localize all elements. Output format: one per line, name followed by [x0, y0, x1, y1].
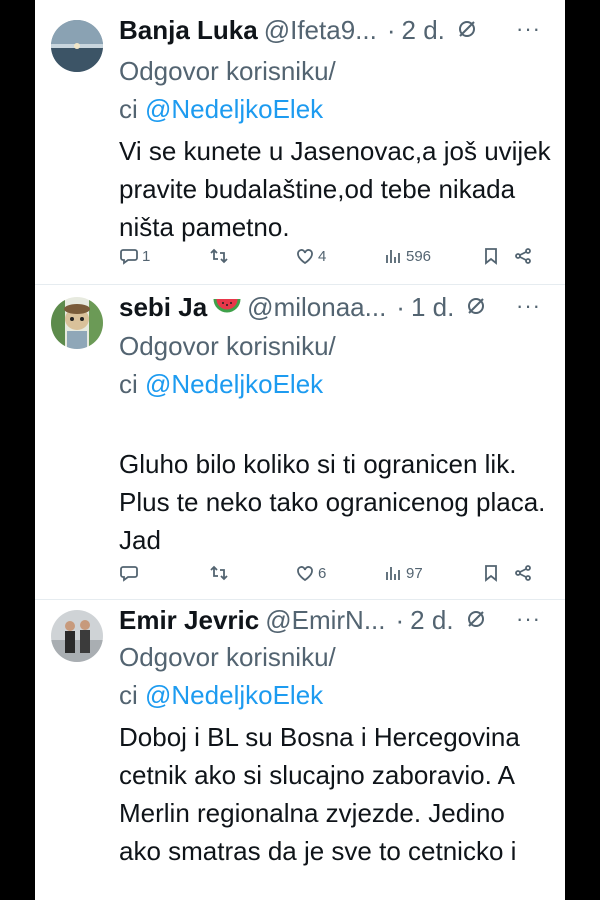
speech-bubble-icon: [120, 566, 138, 582]
views-count: 596: [406, 247, 432, 265]
display-name[interactable]: sebi Ja: [119, 292, 207, 323]
mention-link[interactable]: @NedeljkoElek: [145, 369, 323, 399]
tweet-actions: 6 97: [119, 561, 551, 585]
reply-thread: Banja Luka @Ifeta9... · 2 d. ··· Odgovor…: [35, 0, 565, 900]
more-dots-icon[interactable]: ···: [516, 606, 541, 632]
reply-button[interactable]: 1: [119, 246, 209, 266]
reply-suffix: ci: [119, 680, 138, 710]
heart-icon: [297, 566, 313, 582]
share-icon: [515, 248, 531, 264]
tweet-header: sebi Ja @milonaa... · 1 d.: [119, 289, 551, 325]
like-button[interactable]: 4: [295, 246, 383, 266]
reply-context: Odgovor korisniku/ ci @NedeljkoElek: [119, 327, 551, 403]
views-button[interactable]: 596: [383, 246, 481, 266]
bar-chart-icon: [386, 250, 400, 263]
display-name[interactable]: Banja Luka: [119, 15, 258, 46]
reply-suffix: ci: [119, 369, 138, 399]
bar-chart-icon: [386, 567, 400, 580]
separator-dot: ·: [395, 604, 405, 635]
tweet-text-line: Gluho bilo koliko si ti ogranicen lik. P…: [119, 449, 546, 555]
share-icon: [515, 565, 531, 581]
reply-button[interactable]: [119, 563, 209, 583]
user-handle[interactable]: @EmirN...: [265, 605, 385, 636]
reply-context: Odgovor korisniku/ ci @NedeljkoElek: [119, 52, 551, 128]
speech-bubble-icon: [120, 249, 138, 265]
display-name[interactable]: Emir Jevric: [119, 605, 259, 636]
tweet-text-line: Doboj i BL su Bosna i Hercegovina cetnik…: [119, 722, 520, 866]
user-handle[interactable]: @milonaa...: [247, 292, 386, 323]
separator-dot: ·: [396, 291, 405, 322]
bookmark-icon: [485, 565, 497, 582]
tweet-text: Vi se kunete u Jasenovac,a još uvijek pr…: [119, 132, 551, 246]
avatar-banja-luka[interactable]: [51, 20, 103, 72]
more-dots-icon[interactable]: ···: [516, 16, 541, 42]
views-count: 97: [406, 564, 423, 582]
timestamp[interactable]: 2 d.: [410, 605, 453, 636]
like-button[interactable]: 6: [295, 563, 383, 583]
like-count: 6: [318, 564, 327, 582]
reply-prefix: Odgovor korisniku/: [119, 56, 336, 86]
share-button[interactable]: [513, 246, 533, 266]
share-button[interactable]: [513, 563, 533, 583]
tweet-actions: 1 4 596: [119, 244, 551, 268]
tweet-header: Emir Jevric @EmirN... · 2 d.: [119, 602, 551, 638]
retweet-button[interactable]: [209, 563, 295, 583]
heart-icon: [297, 249, 313, 265]
grok-icon[interactable]: [457, 15, 477, 46]
timestamp[interactable]: 2 d.: [402, 15, 445, 46]
mention-link[interactable]: @NedeljkoElek: [145, 680, 323, 710]
reply-prefix: Odgovor korisniku/: [119, 642, 336, 672]
tweet-3[interactable]: Emir Jevric @EmirN... · 2 d. ··· Odgovor…: [35, 600, 565, 900]
grok-icon[interactable]: [466, 292, 486, 323]
watermelon-emoji: [213, 292, 241, 323]
avatar-sebi-ja[interactable]: [51, 297, 103, 349]
views-button[interactable]: 97: [383, 563, 481, 583]
bookmark-button[interactable]: [481, 563, 513, 583]
tweet-2[interactable]: sebi Ja @milonaa... · 1 d. ··· Odgovor k…: [35, 285, 565, 600]
avatar-emir-jevric[interactable]: [51, 610, 103, 662]
tweet-text-line: Vi se kunete u Jasenovac,a još uvijek pr…: [119, 136, 551, 242]
reply-context: Odgovor korisniku/ ci @NedeljkoElek: [119, 638, 551, 714]
retweet-icon: [210, 565, 228, 581]
separator-dot: ·: [386, 14, 396, 45]
retweet-button[interactable]: [209, 246, 295, 266]
more-dots-icon[interactable]: ···: [516, 293, 541, 319]
grok-icon[interactable]: [466, 605, 486, 636]
reply-suffix: ci: [119, 94, 138, 124]
reply-count: 1: [142, 247, 151, 265]
tweet-text: Doboj i BL su Bosna i Hercegovina cetnik…: [119, 718, 551, 870]
user-handle[interactable]: @Ifeta9...: [264, 15, 377, 46]
bookmark-icon: [485, 248, 497, 265]
like-count: 4: [318, 247, 327, 265]
retweet-icon: [210, 248, 228, 264]
reply-prefix: Odgovor korisniku/: [119, 331, 336, 361]
tweet-1[interactable]: Banja Luka @Ifeta9... · 2 d. ··· Odgovor…: [35, 0, 565, 285]
tweet-header: Banja Luka @Ifeta9... · 2 d.: [119, 12, 551, 48]
timestamp[interactable]: 1 d.: [411, 292, 454, 323]
mention-link[interactable]: @NedeljkoElek: [145, 94, 323, 124]
tweet-text: Gluho bilo koliko si ti ogranicen lik. P…: [119, 407, 551, 559]
bookmark-button[interactable]: [481, 246, 513, 266]
